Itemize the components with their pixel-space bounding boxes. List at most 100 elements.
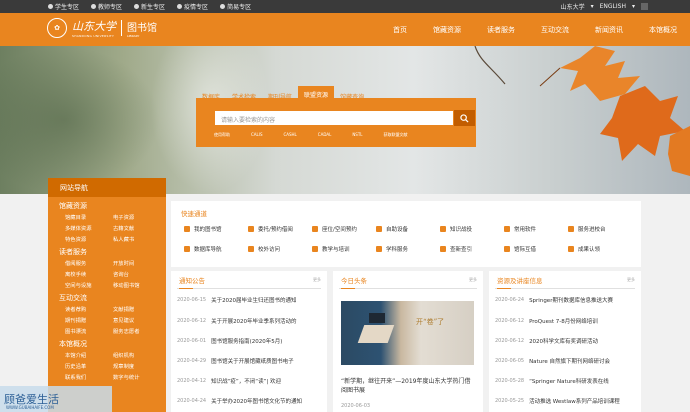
sidebar-item[interactable]: 数字与统计 — [113, 373, 161, 381]
quick-item-claim[interactable]: 成果认领 — [568, 245, 632, 253]
loan-icon — [504, 246, 510, 252]
list-item[interactable]: 2020-06-05 Nature 自然旗下期刊网络研讨会 — [495, 357, 637, 365]
quick-item-reservation[interactable]: 委托/预约借阅 — [248, 225, 312, 233]
top-link-epidemic[interactable]: 疫情专区 — [177, 2, 208, 11]
top-bar: 学生专区 教师专区 新生专区 疫情专区 简易专区 山东大学 ▾ ENGLISH … — [0, 0, 690, 13]
search-input[interactable]: 请输入要检索的内容 — [214, 110, 454, 126]
quick-item-seat-booking[interactable]: 座位/空间预约 — [312, 225, 376, 233]
quick-link-cashl[interactable]: CASHL — [283, 132, 296, 138]
teacher-icon — [91, 4, 97, 9]
sidebar-item[interactable]: 古籍文献 — [113, 224, 161, 232]
sidebar-item[interactable]: 空间与设施 — [65, 281, 113, 289]
list-item[interactable]: 2020-06-12 ProQuest 7-8月份网络培训 — [495, 317, 637, 325]
quick-item-novelty-search[interactable]: 查新查引 — [440, 245, 504, 253]
quick-item-database-nav[interactable]: 数据库导航 — [184, 245, 248, 253]
sidebar-item[interactable]: 读者荐购 — [65, 305, 113, 313]
sidebar-group-about: 本馆概况 本馆介绍 组织机构 历史沿革 规章制度 联系我们 数字与统计 — [48, 339, 166, 381]
sidebar-group-title[interactable]: 馆藏资源 — [48, 201, 166, 211]
quick-access-grid: 我的图书馆 委托/预约借阅 座位/空间预约 自助设备 知识战役 常用软件 服务进… — [184, 225, 632, 253]
list-item[interactable]: 2020-06-15 关于2020届毕业生归还图书的通知 — [177, 296, 323, 304]
headline-image-text: 开“卷”了 — [416, 318, 445, 326]
site-logo[interactable]: ✿ 山东大学 SHANDONG UNIVERSITY 图书馆 LIBRARY — [47, 18, 157, 38]
nav-interaction[interactable]: 互动交流 — [528, 25, 582, 35]
sidebar-item[interactable]: 文献捐赠 — [113, 305, 161, 313]
top-link-simple[interactable]: 简易专区 — [220, 2, 251, 11]
vine-image — [474, 46, 506, 85]
sidebar-item[interactable]: 意见建议 — [113, 316, 161, 324]
headline-caption[interactable]: “新学期，继往开来”—2019年度山东大学热门借阅图书展 — [341, 377, 474, 395]
quick-item-software[interactable]: 常用软件 — [504, 225, 568, 233]
logo-text: 山东大学 SHANDONG UNIVERSITY — [72, 18, 116, 38]
sidebar-group-title[interactable]: 互动交流 — [48, 293, 166, 303]
headline-title: 今日头条 — [341, 277, 367, 285]
quick-item-interlibrary-loan[interactable]: 馆际互借 — [504, 245, 568, 253]
nav-home[interactable]: 首页 — [380, 25, 420, 35]
simple-icon — [220, 4, 226, 9]
quick-link-calis[interactable]: CALIS — [251, 132, 262, 138]
nav-about[interactable]: 本馆概况 — [636, 25, 690, 35]
sidebar-item[interactable]: 特色资源 — [65, 235, 113, 243]
sidebar-item[interactable]: 联系我们 — [65, 373, 113, 381]
sidebar-item[interactable]: 咨询台 — [113, 270, 161, 278]
menu-icon[interactable] — [641, 3, 648, 10]
quick-access-title: 快速通道 — [181, 210, 207, 218]
english-link[interactable]: ENGLISH — [600, 3, 626, 10]
list-item[interactable]: 2020-06-12 关于开展2020年毕业季系列活动的 — [177, 317, 323, 325]
top-link-teachers[interactable]: 教师专区 — [91, 2, 122, 11]
quick-link-nstl[interactable]: NSTL — [352, 132, 362, 138]
sidebar-group-reader-services: 读者服务 借阅服务 开放时间 离校手续 咨询台 空间与设施 移动图书馆 — [48, 247, 166, 289]
search-doc-icon — [440, 246, 446, 252]
sidebar-item[interactable]: 规章制度 — [113, 362, 161, 370]
list-item[interactable]: 2020-06-01 图书馆服务指南(2020年5月) — [177, 337, 323, 345]
nav-reader-services[interactable]: 读者服务 — [474, 25, 528, 35]
sidebar-item[interactable]: 馆藏目录 — [65, 213, 113, 221]
hero-blur-left — [0, 46, 160, 194]
university-link[interactable]: 山东大学 — [561, 2, 585, 11]
list-item[interactable]: 2020-04-24 关于举办2020年图书馆文化节的通知 — [177, 397, 323, 405]
notice-more-link[interactable]: 更多 — [313, 277, 321, 283]
top-link-freshmen[interactable]: 新生专区 — [134, 2, 165, 11]
sidebar-item[interactable]: 期刊捐赠 — [65, 316, 113, 324]
headline-more-link[interactable]: 更多 — [469, 277, 477, 283]
quick-link-alliance-docs[interactable]: 获取联盟文献 — [384, 132, 408, 138]
sidebar-item[interactable]: 开放时间 — [113, 259, 161, 267]
top-right: 山东大学 ▾ ENGLISH ▾ — [561, 0, 648, 13]
top-link-students[interactable]: 学生专区 — [48, 2, 79, 11]
quick-item-service-desk[interactable]: 服务进校台 — [568, 225, 632, 233]
quick-item-subject-service[interactable]: 学科服务 — [376, 245, 440, 253]
quick-link-help[interactable]: 使用帮助 — [214, 132, 230, 138]
quick-item-training[interactable]: 教学与培训 — [312, 245, 376, 253]
sidebar-item[interactable]: 移动图书馆 — [113, 281, 161, 289]
nav-news[interactable]: 新闻资讯 — [582, 25, 636, 35]
maple-leaf-image — [539, 46, 690, 176]
sidebar-item[interactable]: 私人藏书 — [113, 235, 161, 243]
sidebar-group-title[interactable]: 本馆概况 — [48, 339, 166, 349]
quick-item-remote-access[interactable]: 校外访问 — [248, 245, 312, 253]
sidebar-item[interactable]: 离校手续 — [65, 270, 113, 278]
sidebar-item[interactable]: 组织机构 — [113, 351, 161, 359]
nav-collections[interactable]: 馆藏资源 — [420, 25, 474, 35]
headline-image[interactable]: 开“卷”了 — [341, 301, 474, 365]
list-item[interactable]: 2020-05-25 活动推选 Westlaw系列产品培训课程 — [495, 397, 637, 405]
list-item[interactable]: 2020-04-12 知识战“疫”，不闭“读”| 欢迎 — [177, 377, 323, 385]
quick-item-my-library[interactable]: 我的图书馆 — [184, 225, 248, 233]
quick-item-self-service[interactable]: 自助设备 — [376, 225, 440, 233]
sidebar-item[interactable]: 借阅服务 — [65, 259, 113, 267]
sidebar-item[interactable]: 服务志愿者 — [113, 327, 161, 335]
sidebar-item[interactable]: 图书漂流 — [65, 327, 113, 335]
list-item[interactable]: 2020-05-28 “Springer Nature科研发表在线 — [495, 377, 637, 385]
sidebar-group-title[interactable]: 读者服务 — [48, 247, 166, 257]
subject-icon — [376, 246, 382, 252]
quick-link-cadal[interactable]: CADAL — [318, 132, 332, 138]
divider — [177, 288, 321, 289]
list-item[interactable]: 2020-06-12 2020科学文库有奖调研活动 — [495, 337, 637, 345]
search-button[interactable] — [454, 110, 475, 126]
sidebar-item[interactable]: 多媒体资源 — [65, 224, 113, 232]
sidebar-item[interactable]: 电子资源 — [113, 213, 161, 221]
resources-more-link[interactable]: 更多 — [627, 277, 635, 283]
sidebar-item[interactable]: 历史沿革 — [65, 362, 113, 370]
list-item[interactable]: 2020-04-29 图书馆关于开展馆藏纸质图书电子 — [177, 357, 323, 365]
list-item[interactable]: 2020-06-24 Springer期刊数据库信息推送大赛 — [495, 296, 637, 304]
quick-item-knowledge[interactable]: 知识战役 — [440, 225, 504, 233]
sidebar-item[interactable]: 本馆介绍 — [65, 351, 113, 359]
